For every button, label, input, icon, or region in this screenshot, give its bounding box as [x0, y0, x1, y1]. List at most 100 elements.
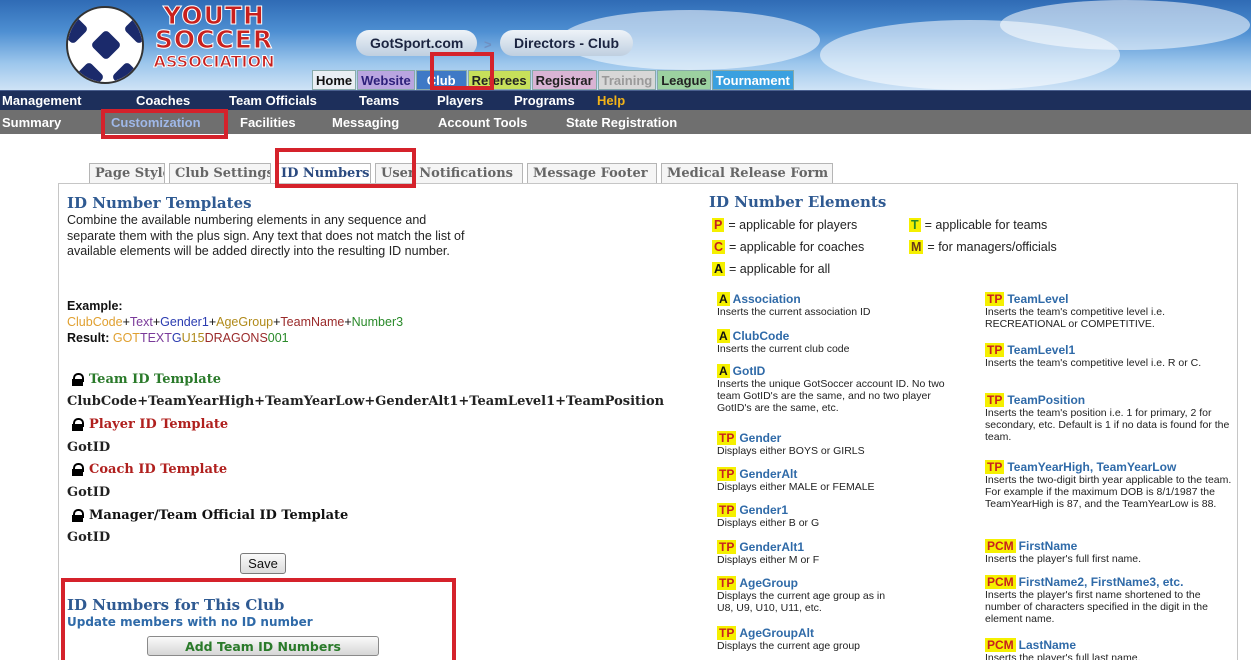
breadcrumb-section[interactable]: Directors - Club: [500, 30, 634, 56]
save-button[interactable]: Save: [240, 553, 286, 574]
legend-text: = applicable for coaches: [729, 240, 865, 254]
element-code: A: [717, 329, 730, 343]
main-menu: Management Coaches Team Officials Teams …: [0, 90, 1251, 110]
player-template-value[interactable]: GotID: [67, 440, 110, 455]
menu-management[interactable]: Management: [2, 93, 81, 108]
menu-help[interactable]: Help: [597, 93, 625, 108]
element-desc: Inserts the current club code: [717, 343, 850, 355]
result-part: U15: [181, 331, 205, 345]
logo-line-2: SOCCER: [154, 25, 274, 54]
breadcrumb-site[interactable]: GotSport.com: [356, 30, 478, 56]
element-name: Gender: [739, 431, 782, 445]
settings-tabs: Page Style Club Settings ID Numbers User…: [89, 163, 837, 185]
club-ids-subtitle: Update members with no ID number: [67, 615, 313, 629]
top-nav-club[interactable]: Club: [415, 70, 467, 90]
element-code: A: [717, 364, 730, 378]
element-desc: Inserts the player's full last name.: [985, 652, 1141, 660]
tab-id-numbers[interactable]: ID Numbers: [275, 163, 371, 185]
top-nav-league[interactable]: League: [657, 70, 711, 90]
element-name: FirstName2, FirstName3, etc.: [1018, 575, 1184, 589]
example-part: Gender1: [160, 315, 209, 329]
example-part: +: [122, 315, 130, 329]
element-code: TP: [717, 503, 737, 517]
element-name: GotID: [732, 364, 766, 378]
submenu-customization[interactable]: Customization: [111, 115, 201, 130]
tab-message-footer[interactable]: Message Footer: [527, 163, 657, 184]
element-agegroup: TP AgeGroup Displays the current age group…: [717, 576, 892, 614]
submenu-account-tools[interactable]: Account Tools: [438, 115, 527, 130]
tab-page-style[interactable]: Page Style: [89, 163, 165, 184]
manager-template-value[interactable]: GotID: [67, 530, 110, 545]
top-nav-registrar[interactable]: Registrar: [531, 70, 597, 90]
element-code: TP: [717, 467, 737, 481]
tab-medical-release-form[interactable]: Medical Release Form: [661, 163, 833, 184]
coach-template-label: Coach ID Template: [89, 462, 228, 477]
element-code: TP: [985, 460, 1005, 474]
element-code: TP: [717, 576, 737, 590]
site-header: YOUTH SOCCER ASSOCIATION GotSport.com > …: [0, 0, 1251, 90]
element-code: TP: [985, 393, 1005, 407]
menu-team-officials[interactable]: Team Officials: [229, 93, 317, 108]
element-association: A Association Inserts the current associat…: [717, 292, 987, 318]
element-desc: Displays either B or G: [717, 517, 820, 529]
element-desc: Displays the current age group: [717, 640, 860, 652]
submenu-state-registration[interactable]: State Registration: [566, 115, 677, 130]
team-template-heading: Team ID Template: [71, 372, 221, 387]
element-name: Association: [732, 292, 801, 306]
element-desc: Inserts the team's competitive level i.e…: [985, 357, 1202, 369]
header-cloud: [1000, 0, 1250, 50]
coach-template-value[interactable]: GotID: [67, 485, 110, 500]
element-code: TP: [717, 431, 737, 445]
element-code: TP: [985, 292, 1005, 306]
element-gender: TP Gender Displays either BOYS or GIRLS: [717, 431, 987, 457]
tab-club-settings[interactable]: Club Settings: [169, 163, 271, 184]
element-teamlevel1: TP TeamLevel1 Inserts the team's competiti…: [985, 343, 1235, 369]
element-teamposition: TP TeamPosition Inserts the team's positio…: [985, 393, 1235, 443]
manager-template-label: Manager/Team Official ID Template: [89, 508, 349, 523]
team-template-value[interactable]: ClubCode+TeamYearHigh+TeamYearLow+Gender…: [67, 394, 664, 409]
submenu-facilities[interactable]: Facilities: [240, 115, 296, 130]
legend-managers: M = for managers/officials: [909, 240, 1057, 254]
element-gotid: A GotID Inserts the unique GotSoccer accou…: [717, 364, 962, 414]
top-nav-website[interactable]: Website: [357, 70, 415, 90]
legend-code: M: [909, 240, 924, 254]
lock-icon: [71, 463, 84, 476]
menu-teams[interactable]: Teams: [359, 93, 399, 108]
add-team-id-numbers-button[interactable]: Add Team ID Numbers: [147, 636, 379, 656]
element-desc: Displays either MALE or FEMALE: [717, 481, 875, 493]
legend-text: = applicable for players: [728, 218, 858, 232]
association-logo[interactable]: YOUTH SOCCER ASSOCIATION: [150, 3, 278, 78]
legend-text: = applicable for teams: [924, 218, 1048, 232]
element-agegroupalt: TP AgeGroupAlt Displays the current age gr…: [717, 626, 987, 652]
element-desc: Inserts the unique GotSoccer account ID.…: [717, 378, 945, 414]
element-teamlevel: TP TeamLevel Inserts the team's competitiv…: [985, 292, 1235, 330]
menu-players[interactable]: Players: [437, 93, 483, 108]
top-nav-training[interactable]: Training: [597, 70, 657, 90]
menu-coaches[interactable]: Coaches: [136, 93, 190, 108]
menu-programs[interactable]: Programs: [514, 93, 575, 108]
legend-code: C: [712, 240, 726, 254]
legend-players: P = applicable for players: [712, 218, 857, 232]
element-code: TP: [717, 626, 737, 640]
element-name: TeamLevel: [1007, 292, 1069, 306]
lock-icon: [71, 509, 84, 522]
legend-code: T: [909, 218, 921, 232]
example-part: ClubCode: [67, 315, 123, 329]
top-nav-tournament[interactable]: Tournament: [711, 70, 794, 90]
tab-user-notifications[interactable]: User Notifications: [375, 163, 523, 184]
element-genderalt: TP GenderAlt Displays either MALE or FEMAL…: [717, 467, 987, 493]
top-nav-referees[interactable]: Referees: [467, 70, 531, 90]
legend-code: P: [712, 218, 725, 232]
example-part: +: [344, 315, 352, 329]
element-desc: Displays either M or F: [717, 554, 820, 566]
element-name: TeamLevel1: [1007, 343, 1076, 357]
submenu-summary[interactable]: Summary: [2, 115, 61, 130]
element-desc: Displays either BOYS or GIRLS: [717, 445, 865, 457]
element-code: PCM: [985, 539, 1016, 553]
example-result: Result: GOTTEXTGU15DRAGONS001: [67, 331, 289, 345]
top-nav-home[interactable]: Home: [312, 70, 357, 90]
legend-coaches: C = applicable for coaches: [712, 240, 864, 254]
element-name: TeamPosition: [1007, 393, 1086, 407]
element-desc: Inserts the team's position i.e. 1 for p…: [985, 407, 1230, 443]
submenu-messaging[interactable]: Messaging: [332, 115, 399, 130]
